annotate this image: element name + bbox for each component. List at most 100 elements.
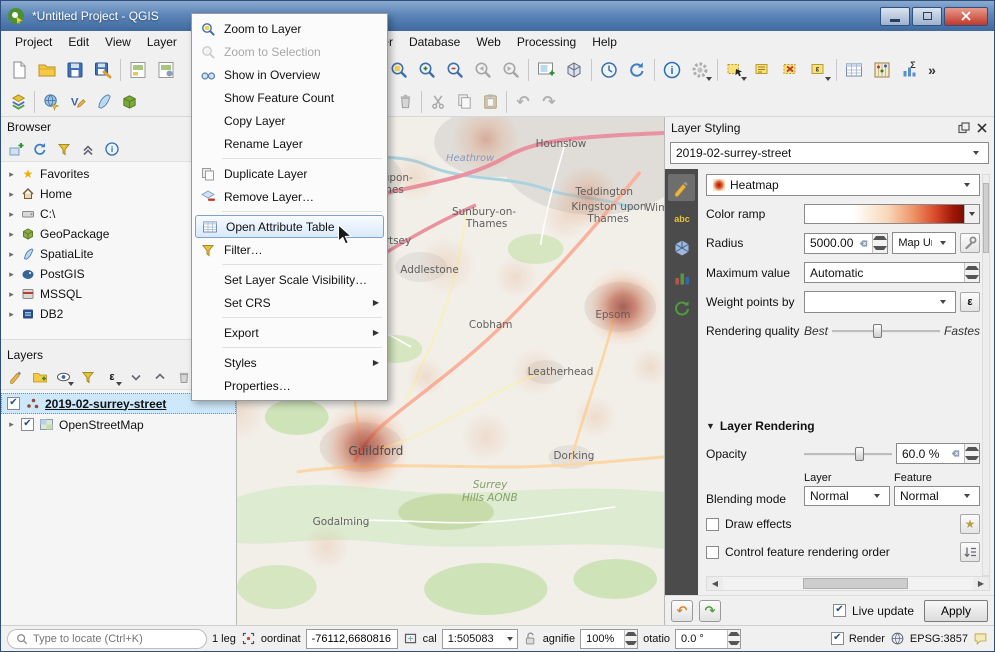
locator-search[interactable] bbox=[7, 629, 207, 649]
select-by-value-button[interactable] bbox=[749, 56, 777, 84]
expander-icon[interactable]: ▸ bbox=[7, 249, 16, 260]
select-by-expression-button[interactable]: ε bbox=[805, 56, 833, 84]
blend-layer-select[interactable]: Normal bbox=[804, 486, 890, 506]
zoom-out-button[interactable] bbox=[441, 56, 469, 84]
layout-manager-button[interactable] bbox=[152, 56, 180, 84]
blend-feature-select[interactable]: Normal bbox=[894, 486, 980, 506]
scroll-left-button[interactable]: ◀ bbox=[707, 577, 723, 590]
zoom-full-button[interactable] bbox=[385, 56, 413, 84]
copy-features-button[interactable] bbox=[451, 89, 477, 115]
crs-status[interactable]: EPSG:3857 bbox=[910, 633, 968, 645]
browser-properties-button[interactable]: i bbox=[101, 138, 123, 160]
browser-collapse-all-button[interactable] bbox=[77, 138, 99, 160]
expander-icon[interactable]: ▸ bbox=[7, 209, 16, 220]
maximum-value-spinbox[interactable]: Automatic bbox=[804, 262, 980, 283]
redo-button[interactable]: ↷ bbox=[536, 89, 562, 115]
rotation-spinbox[interactable]: 0.0 ° bbox=[675, 629, 741, 649]
refresh-map-button[interactable] bbox=[623, 56, 651, 84]
scroll-right-button[interactable]: ▶ bbox=[973, 577, 989, 590]
layer-row-openstreetmap[interactable]: ▸ ✔ OpenStreetMap bbox=[1, 414, 236, 435]
live-update-checkbox[interactable]: ✔ bbox=[833, 604, 846, 617]
undo-style-button[interactable]: ↶ bbox=[671, 600, 693, 622]
field-calculator-button[interactable] bbox=[868, 56, 896, 84]
toolbar-overflow-button[interactable]: » bbox=[924, 56, 940, 84]
new-map-view-button[interactable] bbox=[532, 56, 560, 84]
horizontal-scrollbar[interactable]: ◀ ▶ bbox=[706, 576, 990, 591]
weight-expression-button[interactable]: ε bbox=[960, 292, 980, 312]
define-order-button[interactable] bbox=[960, 542, 980, 562]
undo-button[interactable]: ↶ bbox=[510, 89, 536, 115]
vertical-scrollbar[interactable] bbox=[982, 174, 990, 576]
spin-arrows[interactable] bbox=[964, 444, 979, 463]
layer-rendering-section-header[interactable]: ▼ Layer Rendering bbox=[706, 419, 980, 433]
menu-view[interactable]: View bbox=[97, 32, 139, 52]
maximize-button[interactable] bbox=[912, 7, 942, 26]
menu-edit[interactable]: Edit bbox=[60, 32, 97, 52]
menu-item-zoom-to-layer[interactable]: Zoom to Layer bbox=[194, 17, 385, 40]
coordinate-extent-icon[interactable] bbox=[241, 631, 256, 646]
browser-add-layer-button[interactable] bbox=[5, 138, 27, 160]
browser-refresh-button[interactable] bbox=[29, 138, 51, 160]
zoom-last-button[interactable] bbox=[469, 56, 497, 84]
clear-value-icon[interactable] bbox=[948, 448, 961, 459]
close-panel-icon[interactable] bbox=[976, 122, 988, 134]
menu-item-show-feature-count[interactable]: Show Feature Count bbox=[194, 86, 385, 109]
opacity-slider[interactable] bbox=[804, 445, 892, 463]
crs-globe-icon[interactable] bbox=[890, 631, 905, 646]
close-button[interactable] bbox=[944, 7, 988, 26]
select-features-button[interactable] bbox=[721, 56, 749, 84]
menu-item-copy-layer[interactable]: Copy Layer bbox=[194, 109, 385, 132]
delete-selected-button[interactable] bbox=[392, 89, 418, 115]
clear-value-icon[interactable] bbox=[856, 238, 869, 249]
expander-icon[interactable]: ▸ bbox=[7, 269, 16, 280]
add-group-button[interactable] bbox=[29, 366, 51, 388]
scale-select[interactable]: 1:505083 bbox=[442, 629, 518, 649]
spin-arrows[interactable] bbox=[964, 263, 979, 282]
color-ramp-button[interactable] bbox=[804, 204, 980, 224]
spin-arrows[interactable] bbox=[727, 630, 740, 648]
new-spatialite-layer-button[interactable] bbox=[90, 89, 116, 115]
opacity-spinbox[interactable]: 60.0 % bbox=[896, 443, 980, 464]
save-project-button[interactable] bbox=[61, 56, 89, 84]
customize-effects-button[interactable]: ★ bbox=[960, 514, 980, 534]
lock-scale-icon[interactable] bbox=[523, 631, 538, 646]
expander-icon[interactable]: ▸ bbox=[7, 189, 16, 200]
menu-item-styles[interactable]: Styles ▶ bbox=[194, 351, 385, 374]
temporal-controller-button[interactable] bbox=[595, 56, 623, 84]
new-project-button[interactable] bbox=[5, 56, 33, 84]
deselect-features-button[interactable] bbox=[777, 56, 805, 84]
menu-item-filter[interactable]: Filter… bbox=[194, 238, 385, 261]
zoom-next-button[interactable] bbox=[497, 56, 525, 84]
redo-style-button[interactable]: ↷ bbox=[699, 600, 721, 622]
tab-symbology[interactable] bbox=[668, 174, 695, 201]
spin-arrows[interactable] bbox=[872, 234, 887, 253]
browser-filter-button[interactable] bbox=[53, 138, 75, 160]
open-layer-styling-button[interactable] bbox=[5, 366, 27, 388]
menu-item-rename-layer[interactable]: Rename Layer bbox=[194, 132, 385, 155]
paste-features-button[interactable] bbox=[477, 89, 503, 115]
cut-features-button[interactable] bbox=[425, 89, 451, 115]
slider-thumb[interactable] bbox=[855, 447, 864, 461]
tab-diagrams[interactable] bbox=[668, 264, 695, 291]
manage-map-themes-button[interactable] bbox=[53, 366, 75, 388]
menu-help[interactable]: Help bbox=[584, 32, 625, 52]
apply-button[interactable]: Apply bbox=[924, 600, 988, 622]
zoom-in-button[interactable] bbox=[413, 56, 441, 84]
slider-thumb[interactable] bbox=[873, 324, 882, 338]
scrollbar-thumb[interactable] bbox=[983, 183, 989, 253]
menu-processing[interactable]: Processing bbox=[509, 32, 584, 52]
open-project-button[interactable] bbox=[33, 56, 61, 84]
open-attribute-table-button[interactable] bbox=[840, 56, 868, 84]
statistical-summary-button[interactable]: Σ bbox=[896, 56, 924, 84]
styling-layer-select[interactable]: 2019-02-surrey-street bbox=[670, 142, 989, 164]
tab-labels[interactable]: abc bbox=[668, 204, 695, 231]
menu-item-show-in-overview[interactable]: Show in Overview bbox=[194, 63, 385, 86]
menu-item-zoom-to-selection[interactable]: Zoom to Selection bbox=[194, 40, 385, 63]
tab-history[interactable] bbox=[668, 294, 695, 321]
menu-item-properties[interactable]: Properties… bbox=[194, 374, 385, 397]
spin-arrows[interactable] bbox=[624, 630, 637, 648]
menu-item-remove-layer[interactable]: Remove Layer… bbox=[194, 185, 385, 208]
menu-item-set-layer-scale-visibility[interactable]: Set Layer Scale Visibility… bbox=[194, 268, 385, 291]
menu-item-open-attribute-table[interactable]: Open Attribute Table bbox=[195, 215, 384, 238]
tab-3d-view[interactable] bbox=[668, 234, 695, 261]
